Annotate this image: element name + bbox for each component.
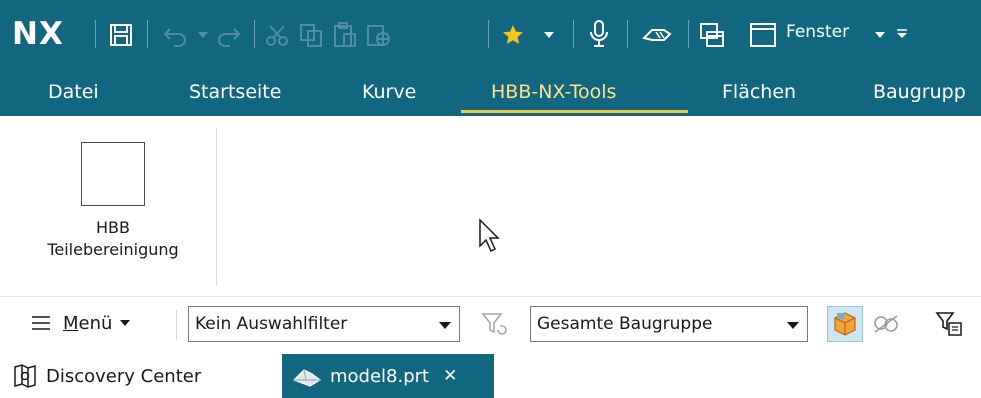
menu-label: enü — [78, 312, 113, 334]
nx-logo: NX — [12, 16, 64, 52]
tab-baugruppe[interactable]: Baugrupp — [873, 68, 966, 116]
undo-dropdown-icon[interactable] — [196, 28, 210, 42]
selection-filter-dropdown[interactable]: Kein Auswahlfilter — [188, 306, 460, 342]
active-tab-indicator — [461, 110, 688, 113]
toolbar-separator — [488, 20, 489, 48]
tab-datei[interactable]: Datei — [48, 68, 99, 116]
chevron-down-icon — [439, 322, 451, 329]
menu-label-mnemonic: M — [63, 312, 79, 334]
reset-filter-icon[interactable] — [476, 306, 512, 342]
chevron-down-icon — [787, 322, 799, 329]
chevron-down-icon — [120, 320, 131, 326]
selection-filter-value: Kein Auswahlfilter — [195, 314, 348, 334]
toolbar-separator — [147, 20, 148, 48]
touch-mode-icon[interactable] — [640, 20, 674, 50]
tab-hbb-nx-tools[interactable]: HBB-NX-Tools — [491, 68, 616, 116]
favorite-dropdown-icon[interactable] — [542, 28, 556, 42]
toolbar-separator — [95, 20, 96, 48]
save-icon[interactable] — [106, 20, 136, 50]
window-dropdown-icon[interactable] — [873, 28, 887, 42]
toolbar-separator — [688, 20, 689, 48]
selbar-separator — [176, 310, 177, 340]
toolbar-separator — [627, 20, 628, 48]
close-icon[interactable]: ✕ — [443, 366, 457, 386]
tab-discovery-center[interactable]: Discovery Center — [12, 354, 274, 398]
copy-icon[interactable] — [296, 20, 326, 50]
mouse-cursor-icon — [478, 218, 500, 258]
undo-icon[interactable] — [160, 20, 190, 50]
customize-icon[interactable] — [894, 26, 910, 42]
tab-startseite[interactable]: Startseite — [189, 68, 281, 116]
favorite-star-icon[interactable] — [498, 20, 528, 50]
tab-kurve[interactable]: Kurve — [362, 68, 416, 116]
type-filter-icon[interactable] — [931, 306, 967, 342]
ribbon-group-separator — [216, 128, 217, 286]
paste-special-icon[interactable] — [364, 20, 394, 50]
quick-access-toolbar: NX Fenster — [0, 0, 981, 68]
discovery-center-icon — [14, 364, 36, 388]
paste-icon[interactable] — [330, 20, 360, 50]
ribbon-tab-bar: Datei Startseite Kurve HBB-NX-Tools Fläc… — [0, 68, 981, 116]
tab-discovery-center-label: Discovery Center — [46, 365, 202, 387]
tab-flaechen[interactable]: Flächen — [722, 68, 796, 116]
toolbar-separator — [573, 20, 574, 48]
window-icon[interactable] — [748, 20, 778, 50]
window-menu-label[interactable]: Fenster — [786, 22, 849, 42]
hamburger-icon — [32, 316, 50, 330]
menu-button[interactable]: Menü — [31, 309, 131, 337]
assembly-constraint-icon[interactable] — [868, 306, 904, 342]
component-select-icon[interactable] — [827, 306, 863, 342]
ribbon-panel — [0, 116, 981, 296]
part-file-icon — [292, 369, 322, 387]
tab-model8-prt[interactable]: model8.prt ✕ — [282, 354, 494, 398]
toolbar-separator — [254, 20, 255, 48]
cut-icon[interactable] — [262, 20, 292, 50]
command-label-line1: HBB — [96, 218, 130, 237]
selection-scope-value: Gesamte Baugruppe — [537, 314, 713, 334]
tab-model8-prt-label: model8.prt — [330, 365, 430, 387]
selection-scope-dropdown[interactable]: Gesamte Baugruppe — [530, 306, 808, 342]
hbb-teilebereinigung-button[interactable]: HBB Teilebereinigung — [18, 217, 208, 261]
microphone-icon[interactable] — [584, 18, 614, 50]
redo-icon[interactable] — [214, 20, 244, 50]
window-switch-icon[interactable] — [697, 20, 727, 50]
command-label-line2: Teilebereinigung — [47, 240, 179, 259]
hbb-teilebereinigung-icon[interactable] — [81, 142, 145, 206]
